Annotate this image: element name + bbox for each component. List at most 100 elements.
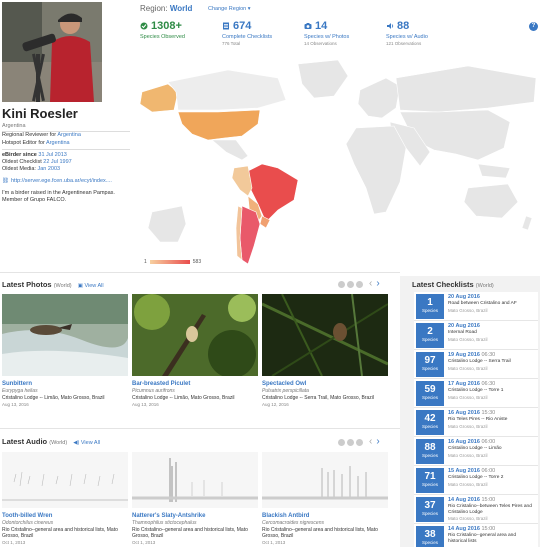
audio-date: Oct 1, 2013 xyxy=(2,540,26,545)
world-map[interactable] xyxy=(138,56,540,272)
species-count-badge[interactable]: 38 Species xyxy=(416,526,444,547)
photo-card[interactable]: Sunbittern Eurypyga helias Cristalino Lo… xyxy=(2,294,128,407)
photo-thumbnail[interactable] xyxy=(2,294,128,376)
map-europe[interactable] xyxy=(357,77,401,119)
checklist-date: 14 Aug 2016 xyxy=(448,497,480,503)
checklist-text: 15 Aug 2016 06:00 Cristalino Lodge -- Tor… xyxy=(448,468,536,487)
stat-label: Species w/ Audio xyxy=(386,34,428,40)
map-argentina[interactable] xyxy=(239,205,261,265)
oldest-checklist-link[interactable]: 22 Jul 1997 xyxy=(43,159,71,165)
checklist-text: 19 Aug 2016 06:30 Cristalino Lodge -- Ser… xyxy=(448,352,536,371)
checklist-date-link[interactable]: 17 Aug 2016 06:30 xyxy=(448,381,536,387)
map-new-zealand[interactable] xyxy=(521,215,533,231)
spectrogram[interactable] xyxy=(132,452,258,508)
checklist-text: 14 Aug 2016 15:00 Rio Cristalino--between… xyxy=(448,497,536,521)
species-count: 1 xyxy=(427,297,433,308)
scientific-name: Odontorchilus cinereus xyxy=(2,520,54,526)
stat-number: 88 xyxy=(397,20,410,32)
checklist-item[interactable]: 42 Species 16 Aug 2016 15:30 Rio Teles Pire… xyxy=(414,408,538,437)
profile-url-link[interactable]: http://server.ege.fcen.uba.ar/ecyt/index… xyxy=(11,178,112,184)
map-alaska[interactable] xyxy=(139,83,179,113)
map-canada[interactable] xyxy=(167,69,287,111)
species-count-badge[interactable]: 97 Species xyxy=(416,352,444,377)
ebirder-since-link[interactable]: 31 Jul 2013 xyxy=(38,152,66,158)
hotspot-editor-link[interactable]: Argentina xyxy=(46,140,70,146)
species-count-badge[interactable]: 2 Species xyxy=(416,323,444,348)
checklist-date-link[interactable]: 19 Aug 2016 06:30 xyxy=(448,352,536,358)
photo-thumbnail[interactable] xyxy=(261,293,389,377)
checklist-date-link[interactable]: 14 Aug 2016 15:00 xyxy=(448,497,536,503)
legend-gradient xyxy=(149,260,190,264)
hotspot-editor-label: Hotspot Editor for xyxy=(2,140,47,146)
pager-dot[interactable] xyxy=(356,438,363,446)
map-australia[interactable] xyxy=(463,183,519,219)
audio-title-link[interactable]: Blackish Antbird xyxy=(262,513,388,519)
photos-view-all-link[interactable]: ▣ View All xyxy=(78,283,104,289)
oldest-media-link[interactable]: Jan 2003 xyxy=(37,166,60,172)
map-russia[interactable] xyxy=(395,65,537,113)
profile-website[interactable]: ⛓ http://server.ege.fcen.uba.ar/ecyt/ind… xyxy=(2,178,112,184)
checklist-item[interactable]: 88 Species 16 Aug 2016 06:00 Cristalino Lod… xyxy=(414,437,538,466)
photo-title-link[interactable]: Sunbittern xyxy=(2,381,128,387)
audio-card[interactable]: Blackish Antbird Cercomacroides nigresce… xyxy=(262,452,388,545)
change-region-dropdown[interactable]: Change Region ▾ xyxy=(208,6,251,12)
scientific-name: Eurypyga helias xyxy=(2,388,38,394)
ebirder-since-line: eBirder since 31 Jul 2013 xyxy=(2,152,67,158)
pager-dot[interactable] xyxy=(338,438,345,446)
photo-card[interactable]: Spectacled Owl Pulsatrix perspicillata C… xyxy=(261,293,389,407)
spectrogram[interactable] xyxy=(2,452,128,508)
checklist-date-link[interactable]: 20 Aug 2016 xyxy=(448,294,536,300)
pager-dot[interactable] xyxy=(338,280,345,288)
checklist-date: 20 Aug 2016 xyxy=(448,323,480,329)
stat-species-observed[interactable]: 1308+ Species Observed xyxy=(140,20,185,40)
chevron-left-icon[interactable]: ‹ xyxy=(369,437,372,447)
checklist-date-link[interactable]: 14 Aug 2016 15:00 xyxy=(448,526,536,532)
chevron-right-icon[interactable]: › xyxy=(376,437,379,447)
pager-dot[interactable] xyxy=(347,280,354,288)
map-usa[interactable] xyxy=(177,109,261,141)
species-count-badge[interactable]: 71 Species xyxy=(416,468,444,493)
stat-complete-checklists[interactable]: 674 Complete Checklists 776 Total xyxy=(222,20,272,46)
checklist-date-link[interactable]: 16 Aug 2016 15:30 xyxy=(448,410,536,416)
checklist-item[interactable]: 2 Species 20 Aug 2016 Internal Road Mato Gr… xyxy=(414,321,538,350)
pager-dot[interactable] xyxy=(347,438,354,446)
checklist-item[interactable]: 1 Species 20 Aug 2016 Road between Cristal… xyxy=(414,292,538,321)
checklist-item[interactable]: 71 Species 15 Aug 2016 06:00 Cristalino Lod… xyxy=(414,466,538,495)
map-indonesia[interactable] xyxy=(477,163,511,179)
chevron-right-icon[interactable]: › xyxy=(376,279,379,289)
stat-species-audio[interactable]: 88 Species w/ Audio 121 Observations xyxy=(386,20,428,46)
regional-reviewer-link[interactable]: Argentina xyxy=(57,132,81,138)
map-central-america[interactable] xyxy=(211,139,249,161)
checklist-item[interactable]: 38 Species 14 Aug 2016 15:00 Rio Cristalino… xyxy=(414,524,538,547)
help-icon[interactable]: ? xyxy=(529,22,538,31)
checklist-item[interactable]: 97 Species 19 Aug 2016 06:30 Cristalino Lod… xyxy=(414,350,538,379)
species-count-badge[interactable]: 1 Species xyxy=(416,294,444,319)
pager-dot[interactable] xyxy=(356,280,363,288)
checklist-item[interactable]: 37 Species 14 Aug 2016 15:00 Rio Cristalino… xyxy=(414,495,538,524)
audio-title-link[interactable]: Natterer's Slaty-Antshrike xyxy=(132,513,258,519)
species-count-badge[interactable]: 59 Species xyxy=(416,381,444,406)
map-africa[interactable] xyxy=(345,125,407,215)
stat-label: Species w/ Photos xyxy=(304,34,350,40)
audio-card[interactable]: Tooth-billed Wren Odontorchilus cinereus… xyxy=(2,452,128,545)
species-count-badge[interactable]: 37 Species xyxy=(416,497,444,522)
photo-card[interactable]: Bar-breasted Piculet Picumnus aurifrons … xyxy=(132,294,258,407)
photo-thumbnail[interactable] xyxy=(132,294,258,378)
photo-title-link[interactable]: Bar-breasted Piculet xyxy=(132,381,258,387)
map-greenland[interactable] xyxy=(297,59,349,99)
species-count-badge[interactable]: 42 Species xyxy=(416,410,444,435)
checklist-item[interactable]: 59 Species 17 Aug 2016 06:30 Cristalino Lod… xyxy=(414,379,538,408)
checklist-date-link[interactable]: 16 Aug 2016 06:00 xyxy=(448,439,536,445)
checklist-date-link[interactable]: 20 Aug 2016 xyxy=(448,323,536,329)
map-peru[interactable] xyxy=(231,165,253,197)
stat-species-photos[interactable]: 14 Species w/ Photos 14 Observations xyxy=(304,20,349,46)
checklist-date-link[interactable]: 15 Aug 2016 06:00 xyxy=(448,468,536,474)
photo-title-link[interactable]: Spectacled Owl xyxy=(262,381,388,387)
map-antarctica[interactable] xyxy=(147,205,187,243)
spectrogram[interactable] xyxy=(262,452,388,508)
chevron-left-icon[interactable]: ‹ xyxy=(369,279,372,289)
species-count-badge[interactable]: 88 Species xyxy=(416,439,444,464)
audio-view-all-link[interactable]: ◀) View All xyxy=(73,440,100,446)
audio-title-link[interactable]: Tooth-billed Wren xyxy=(2,513,128,519)
audio-card[interactable]: Natterer's Slaty-Antshrike Thamnophilus … xyxy=(132,452,258,545)
